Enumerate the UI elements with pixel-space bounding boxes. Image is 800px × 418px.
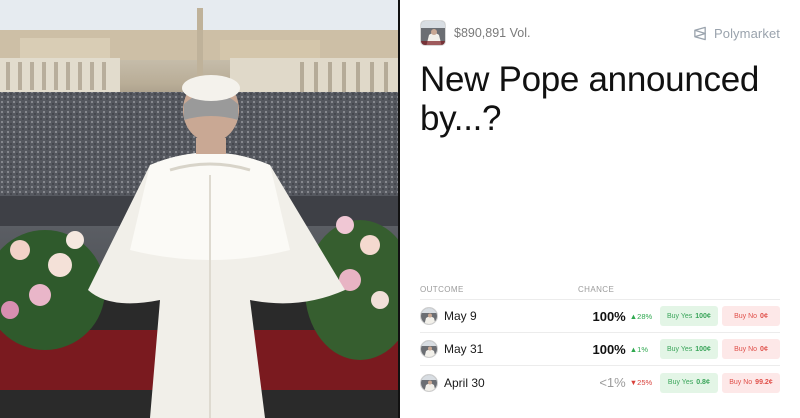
pope-balcony-photo [0,0,398,418]
buy-yes-button[interactable]: Buy Yes 100¢ [659,339,718,359]
outcome-label: May 9 [444,309,477,323]
table-header: OUTCOME CHANCE [420,284,780,300]
outcome-row[interactable]: May 9 100% ▲28% Buy Yes 100¢ Buy No 0¢ [420,300,780,333]
outcomes-table: OUTCOME CHANCE May 9 100% ▲28% Buy Yes 10… [420,284,780,399]
outcome-chance: 100% [592,308,626,324]
polymarket-logo-icon [694,26,706,40]
outcome-thumbnail [420,307,438,325]
buy-no-label: Buy No [734,345,758,353]
outcome-thumbnail [420,340,438,358]
market-title: New Pope announced by...? [420,60,760,138]
outcome-label: April 30 [444,375,485,390]
chance-change: ▲28% [629,311,653,321]
buy-yes-label: Buy Yes [666,312,693,320]
chance-change: ▼25% [629,378,653,387]
buy-yes-price: 0.8¢ [696,379,710,386]
buy-no-button[interactable]: Buy No 99.2¢ [721,372,780,393]
buy-no-button[interactable]: Buy No 0¢ [721,339,780,359]
outcome-row[interactable]: May 31 100% ▲1% Buy Yes 100¢ Buy No 0¢ [420,333,780,366]
market-card[interactable]: $890,891 Vol. Polymarket New Pope announ… [400,0,800,418]
market-thumbnail [420,20,446,46]
header-outcome: OUTCOME [420,285,464,294]
buy-no-button[interactable]: Buy No 0¢ [721,306,780,326]
buy-yes-label: Buy Yes [667,379,694,386]
buy-no-price: 99.2¢ [755,379,773,386]
brand-name: Polymarket [713,25,780,41]
buy-yes-button[interactable]: Buy Yes 0.8¢ [659,372,718,393]
buy-no-label: Buy No [729,379,753,386]
outcome-row[interactable]: April 30 <1% ▼25% Buy Yes 0.8¢ Buy No 99.2… [420,366,780,399]
polymarket-brand[interactable]: Polymarket [693,26,780,41]
buy-no-price: 0¢ [760,312,768,320]
buy-yes-price: 100¢ [695,312,711,320]
header-chance: CHANCE [578,285,615,294]
outcome-thumbnail [420,373,438,392]
outcome-chance: 100% [592,341,626,357]
outcome-label: May 31 [444,342,484,356]
buy-yes-button[interactable]: Buy Yes 100¢ [659,306,718,326]
buy-no-price: 0¢ [760,345,768,353]
volume-label: $890,891 Vol. [454,26,531,40]
outcome-chance: <1% [599,375,626,390]
buy-no-label: Buy No [734,312,758,320]
buy-yes-label: Buy Yes [666,345,693,353]
market-header: $890,891 Vol. Polymarket [420,20,780,46]
chance-change: ▲1% [629,344,648,354]
buy-yes-price: 100¢ [695,345,711,353]
